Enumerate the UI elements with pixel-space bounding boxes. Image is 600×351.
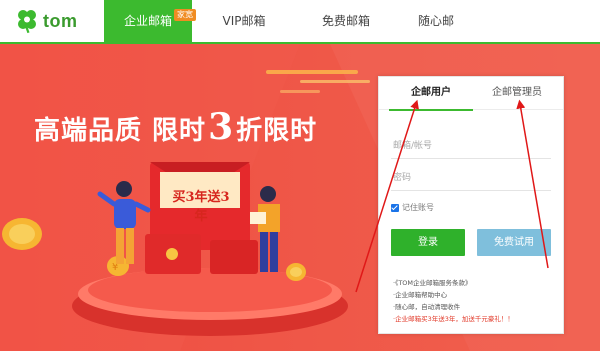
link-suixin[interactable]: ·随心邮，自动清理收件: [393, 301, 561, 313]
nav-free-mail-label: 免费邮箱: [321, 14, 370, 28]
headline-prefix: 高端品质 限时: [34, 116, 207, 146]
nav-suixin-mail-label: 随心邮: [417, 14, 454, 28]
envelope-text: 买3年送3年: [172, 190, 230, 224]
tab-enterprise-admin[interactable]: 企邮管理员: [475, 77, 559, 109]
link-terms[interactable]: ·《TOM企业邮箱服务条款》: [393, 277, 561, 289]
nav-vip-mail-label: VIP邮箱: [222, 14, 266, 28]
account-input[interactable]: [391, 133, 551, 159]
tab-enterprise-user[interactable]: 企邮用户: [389, 77, 473, 111]
headline-number: 3: [208, 106, 235, 148]
nav-suixin-mail[interactable]: 随心邮: [396, 0, 476, 42]
link-help-center[interactable]: ·企业邮箱帮助中心: [393, 289, 561, 301]
link-promo[interactable]: ·企业邮箱买3年送3年，加送千元豪礼！！: [393, 313, 561, 325]
nav-free-mail[interactable]: 免费邮箱: [296, 0, 396, 42]
remember-label: 记住账号: [402, 203, 434, 212]
top-navigation-bar: tom 企业邮箱 家宽 VIP邮箱 免费邮箱 随心邮: [0, 0, 600, 44]
login-tabs: 企邮用户 企邮管理员: [379, 77, 563, 111]
tom-logo[interactable]: tom: [14, 8, 78, 34]
login-panel: 企邮用户 企邮管理员 记住账号 登录 免费试用 ·《TOM企业邮箱服务条款》 ·…: [378, 76, 564, 334]
help-links: ·《TOM企业邮箱服务条款》 ·企业邮箱帮助中心 ·随心邮，自动清理收件 ·企业…: [393, 277, 561, 325]
headline-suffix: 折限时: [236, 116, 318, 146]
main-nav: 企业邮箱 家宽 VIP邮箱 免费邮箱 随心邮: [104, 0, 476, 42]
free-trial-button[interactable]: 免费试用: [477, 229, 551, 256]
nav-enterprise-mail[interactable]: 企业邮箱 家宽: [104, 0, 196, 42]
remember-account[interactable]: 记住账号: [391, 202, 434, 213]
login-button[interactable]: 登录: [391, 229, 465, 256]
nav-enterprise-mail-label: 企业邮箱: [123, 14, 172, 28]
password-input[interactable]: [391, 165, 551, 191]
clover-logo-icon: [18, 10, 36, 34]
brand-name: tom: [43, 10, 78, 31]
banner-headline: 高端品质 限时3折限时: [34, 106, 317, 148]
nav-vip-mail[interactable]: VIP邮箱: [192, 0, 296, 42]
remember-checkbox[interactable]: [391, 203, 399, 212]
